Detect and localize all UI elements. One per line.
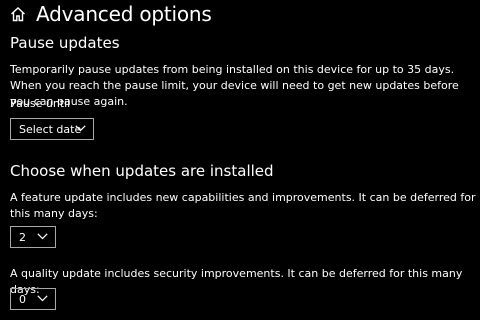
- feature-defer-value: 2: [19, 230, 26, 244]
- feature-update-description: A feature update includes new capabiliti…: [10, 191, 476, 220]
- quality-update-description: A quality update includes security impro…: [10, 267, 463, 296]
- choose-updates-heading: Choose when updates are installed: [10, 162, 274, 180]
- page-title: Advanced options: [36, 2, 212, 26]
- quality-defer-value: 0: [19, 292, 26, 306]
- pause-date-value: Select date: [19, 122, 82, 136]
- pause-until-label: Pause until: [10, 97, 71, 110]
- quality-defer-dropdown[interactable]: 0: [10, 288, 56, 310]
- chevron-down-icon: [37, 233, 48, 240]
- advanced-options-page: Advanced options Pause updates Temporari…: [0, 0, 480, 320]
- feature-defer-dropdown[interactable]: 2: [10, 226, 56, 248]
- pause-updates-description: Temporarily pause updates from being ins…: [10, 63, 459, 108]
- home-icon[interactable]: [10, 6, 26, 22]
- chevron-down-icon: [37, 295, 48, 302]
- pause-updates-heading: Pause updates: [10, 34, 120, 52]
- pause-date-dropdown[interactable]: Select date: [10, 118, 94, 140]
- chevron-down-icon: [75, 125, 86, 132]
- page-header: Advanced options: [10, 0, 212, 28]
